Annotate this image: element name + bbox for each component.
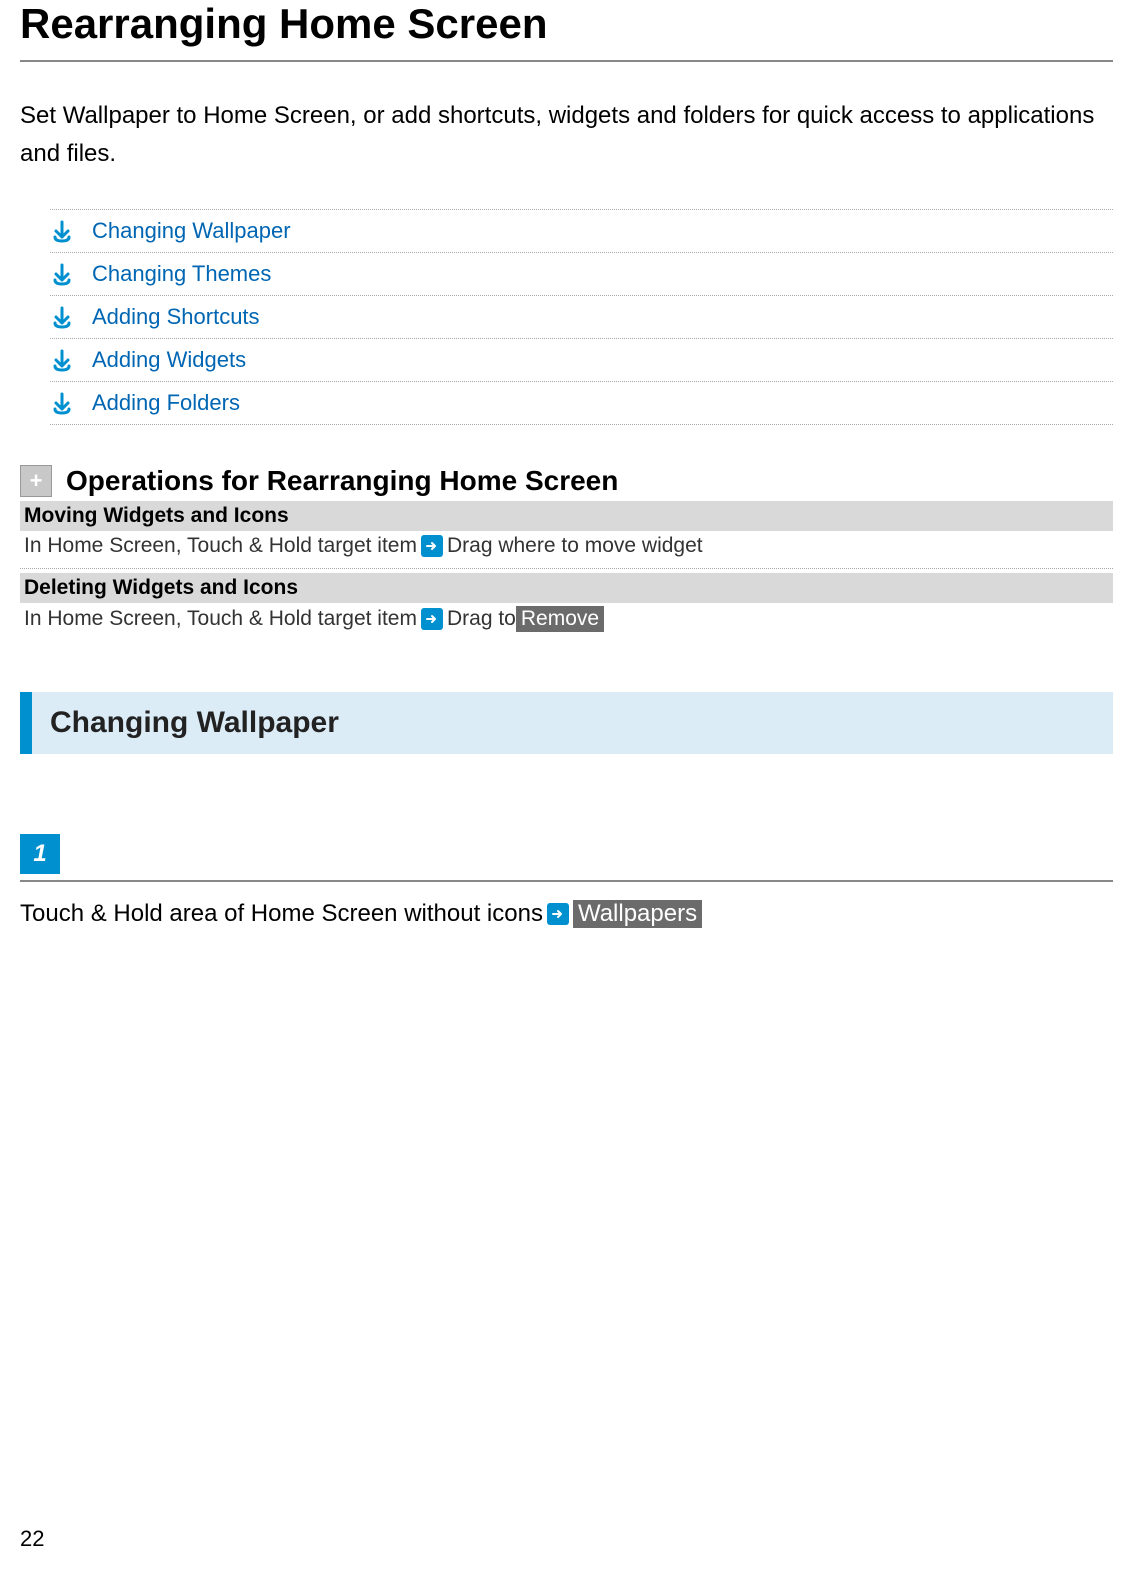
toc-link[interactable]: Adding Widgets bbox=[92, 347, 246, 373]
down-arrow-icon bbox=[50, 262, 74, 286]
operation-description: In Home Screen, Touch & Hold target item… bbox=[20, 603, 1113, 642]
toc-item-changing-wallpaper[interactable]: Changing Wallpaper bbox=[50, 210, 1113, 253]
wallpapers-badge: Wallpapers bbox=[573, 900, 702, 928]
toc-link[interactable]: Changing Wallpaper bbox=[92, 218, 291, 244]
down-arrow-icon bbox=[50, 219, 74, 243]
page-title: Rearranging Home Screen bbox=[20, 0, 1113, 62]
op-text-part2: Drag where to move widget bbox=[447, 534, 703, 558]
operation-moving: Moving Widgets and Icons In Home Screen,… bbox=[20, 501, 1113, 569]
table-of-contents: Changing Wallpaper Changing Themes Addin… bbox=[50, 209, 1113, 425]
down-arrow-icon bbox=[50, 305, 74, 329]
arrow-right-icon bbox=[547, 903, 569, 925]
toc-item-adding-shortcuts[interactable]: Adding Shortcuts bbox=[50, 296, 1113, 339]
operations-heading: + Operations for Rearranging Home Screen bbox=[20, 465, 1113, 497]
down-arrow-icon bbox=[50, 391, 74, 415]
op-text-part1: In Home Screen, Touch & Hold target item bbox=[24, 607, 417, 631]
step-number-badge: 1 bbox=[20, 834, 60, 874]
operations-heading-text: Operations for Rearranging Home Screen bbox=[66, 465, 618, 497]
step-instruction: Touch & Hold area of Home Screen without… bbox=[20, 900, 1113, 928]
op-text-part1: In Home Screen, Touch & Hold target item bbox=[24, 534, 417, 558]
arrow-right-icon bbox=[421, 608, 443, 630]
page-number: 22 bbox=[20, 1526, 44, 1552]
op-text-part2: Drag to bbox=[447, 607, 516, 631]
operation-title: Deleting Widgets and Icons bbox=[20, 573, 1113, 603]
operation-title: Moving Widgets and Icons bbox=[20, 501, 1113, 531]
plus-icon: + bbox=[20, 465, 52, 497]
step-text-part1: Touch & Hold area of Home Screen without… bbox=[20, 900, 543, 928]
toc-item-changing-themes[interactable]: Changing Themes bbox=[50, 253, 1113, 296]
toc-item-adding-widgets[interactable]: Adding Widgets bbox=[50, 339, 1113, 382]
toc-link[interactable]: Adding Shortcuts bbox=[92, 304, 260, 330]
section-changing-wallpaper: Changing Wallpaper bbox=[20, 692, 1113, 754]
operation-description: In Home Screen, Touch & Hold target item… bbox=[20, 531, 1113, 569]
toc-item-adding-folders[interactable]: Adding Folders bbox=[50, 382, 1113, 425]
arrow-right-icon bbox=[421, 535, 443, 557]
operation-deleting: Deleting Widgets and Icons In Home Scree… bbox=[20, 573, 1113, 642]
step-marker-row: 1 bbox=[20, 834, 1113, 882]
intro-text: Set Wallpaper to Home Screen, or add sho… bbox=[20, 97, 1113, 174]
toc-link[interactable]: Changing Themes bbox=[92, 261, 271, 287]
remove-badge: Remove bbox=[516, 606, 604, 632]
toc-link[interactable]: Adding Folders bbox=[92, 390, 240, 416]
down-arrow-icon bbox=[50, 348, 74, 372]
